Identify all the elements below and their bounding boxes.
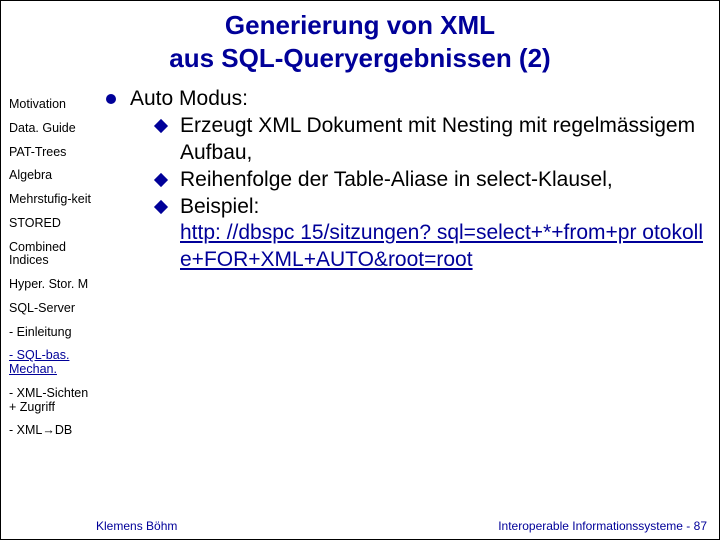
bullet-diamond-icon xyxy=(154,200,168,214)
content: Auto Modus: Erzeugt XML Dokument mit Nes… xyxy=(96,78,719,506)
slide-title: Generierung von XML aus SQL-Queryergebni… xyxy=(1,1,719,78)
bullet-l2-text: Beispiel: http: //dbspc 15/sitzungen? sq… xyxy=(180,194,704,273)
bullet-circle-icon xyxy=(106,94,116,104)
sidebar: Motivation Data. Guide PAT-Trees Algebra… xyxy=(1,78,96,506)
bullet-diamond-icon xyxy=(154,173,168,187)
example-url[interactable]: http: //dbspc 15/sitzungen? sql=select+*… xyxy=(180,221,703,270)
sidebar-item-stored[interactable]: STORED xyxy=(9,217,96,231)
footer: Klemens Böhm Interoperable Informationss… xyxy=(1,519,719,533)
bullet-l2: Erzeugt XML Dokument mit Nesting mit reg… xyxy=(156,113,704,166)
sidebar-item-hyperstorm[interactable]: Hyper. Stor. M xyxy=(9,278,96,292)
title-line2: aus SQL-Queryergebnissen (2) xyxy=(169,43,550,73)
bullet-l2-text: Erzeugt XML Dokument mit Nesting mit reg… xyxy=(180,113,704,166)
bullet-l2-text: Reihenfolge der Table-Aliase in select-K… xyxy=(180,167,704,193)
bullet-l2: Beispiel: http: //dbspc 15/sitzungen? sq… xyxy=(156,194,704,273)
bullet-l1: Auto Modus: xyxy=(96,86,704,112)
sidebar-item-sqlbas-mechan[interactable]: - SQL-bas. Mechan. xyxy=(9,349,96,377)
sidebar-item-einleitung[interactable]: - Einleitung xyxy=(9,326,96,340)
body-area: Motivation Data. Guide PAT-Trees Algebra… xyxy=(1,78,719,506)
sidebar-item-dataguide[interactable]: Data. Guide xyxy=(9,122,96,136)
bullet-l2: Reihenfolge der Table-Aliase in select-K… xyxy=(156,167,704,193)
title-line1: Generierung von XML xyxy=(225,10,495,40)
sidebar-item-sqlserver[interactable]: SQL-Server xyxy=(9,302,96,316)
example-label: Beispiel: xyxy=(180,195,259,218)
bullet-l1-text: Auto Modus: xyxy=(130,86,704,112)
sidebar-item-xml-sichten[interactable]: - XML-Sichten + Zugriff xyxy=(9,387,96,415)
sidebar-item-algebra[interactable]: Algebra xyxy=(9,169,96,183)
sidebar-item-xml-db[interactable]: - XML→DB xyxy=(9,424,96,438)
sidebar-item-combined-indices[interactable]: Combined Indices xyxy=(9,241,96,269)
footer-author: Klemens Böhm xyxy=(96,519,177,533)
bullet-diamond-icon xyxy=(154,119,168,133)
sidebar-item-motivation[interactable]: Motivation xyxy=(9,98,96,112)
footer-page: Interoperable Informationssysteme - 87 xyxy=(498,519,707,533)
sidebar-item-pattrees[interactable]: PAT-Trees xyxy=(9,146,96,160)
sidebar-item-mehrstufigkeit[interactable]: Mehrstufig-keit xyxy=(9,193,96,207)
